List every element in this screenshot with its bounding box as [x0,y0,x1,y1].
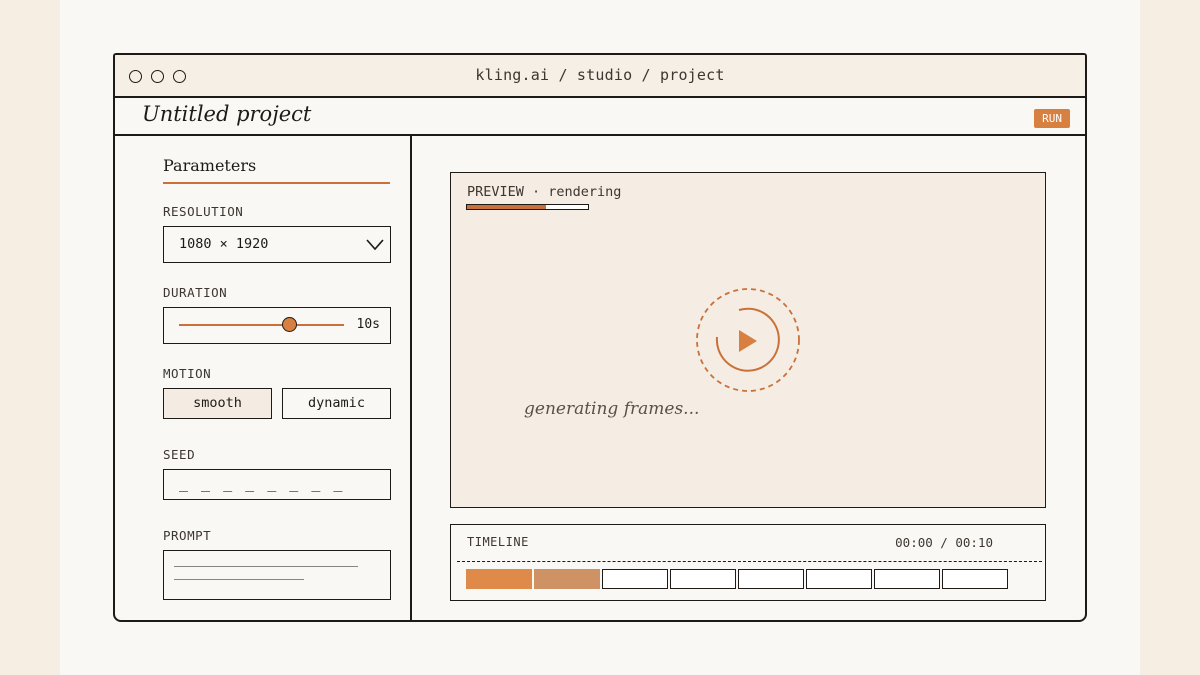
seed-input[interactable]: _ _ _ _ _ _ _ _ [163,469,391,500]
timeline-frame[interactable] [806,569,872,589]
motion-option-dynamic[interactable]: dynamic [282,388,391,419]
timeline-frame[interactable] [942,569,1008,589]
duration-slider: 10s [163,307,391,344]
motion-option-smooth[interactable]: smooth [163,388,272,419]
project-title[interactable]: Untitled project [142,102,311,126]
timeline-label: TIMELINE [467,535,529,549]
slider-track[interactable] [179,324,344,326]
timeline-frame[interactable] [534,569,600,589]
generating-status-text: generating frames... [524,399,700,419]
resolution-select[interactable]: 1080 × 1920 [163,226,391,263]
timeline-timecode: 00:00 / 00:10 [895,535,993,550]
timeline-frame[interactable] [670,569,736,589]
prompt-text-line [174,579,304,580]
resolution-value: 1080 × 1920 [179,236,269,252]
motion-label: MOTION [163,366,212,381]
timeline-divider [457,561,1042,562]
seed-placeholder: _ _ _ _ _ _ _ _ [179,474,345,492]
prompt-label: PROMPT [163,528,212,543]
play-icon[interactable] [695,287,801,397]
render-progress-bar [466,204,589,210]
project-header: Untitled project RUN [115,98,1085,136]
app-window: kling.ai / studio / project Untitled pro… [113,53,1087,622]
preview-status-label: PREVIEW · rendering [467,184,622,200]
main-area: PREVIEW · rendering generating frames...… [412,136,1085,620]
prompt-text-line [174,566,358,567]
heading-underline [163,182,390,184]
title-bar: kling.ai / studio / project [115,55,1085,98]
prompt-textarea[interactable] [163,550,391,600]
chevron-down-icon [365,236,385,255]
frame-strip [466,569,1008,589]
render-progress-fill [467,205,546,209]
preview-panel: PREVIEW · rendering generating frames... [450,172,1046,508]
timeline-frame[interactable] [738,569,804,589]
resolution-label: RESOLUTION [163,204,244,219]
duration-value: 10s [356,317,380,332]
timeline-frame[interactable] [602,569,668,589]
timeline-frame[interactable] [466,569,532,589]
slider-handle[interactable] [282,317,298,332]
address-path: kling.ai / studio / project [475,66,725,84]
parameters-panel: Parameters RESOLUTION 1080 × 1920 DURATI… [115,136,412,620]
duration-label: DURATION [163,285,228,300]
timeline-frame[interactable] [874,569,940,589]
parameters-heading: Parameters [163,156,257,175]
run-button[interactable]: RUN [1034,109,1070,128]
seed-label: SEED [163,447,196,462]
timeline-panel: TIMELINE 00:00 / 00:10 [450,524,1046,601]
